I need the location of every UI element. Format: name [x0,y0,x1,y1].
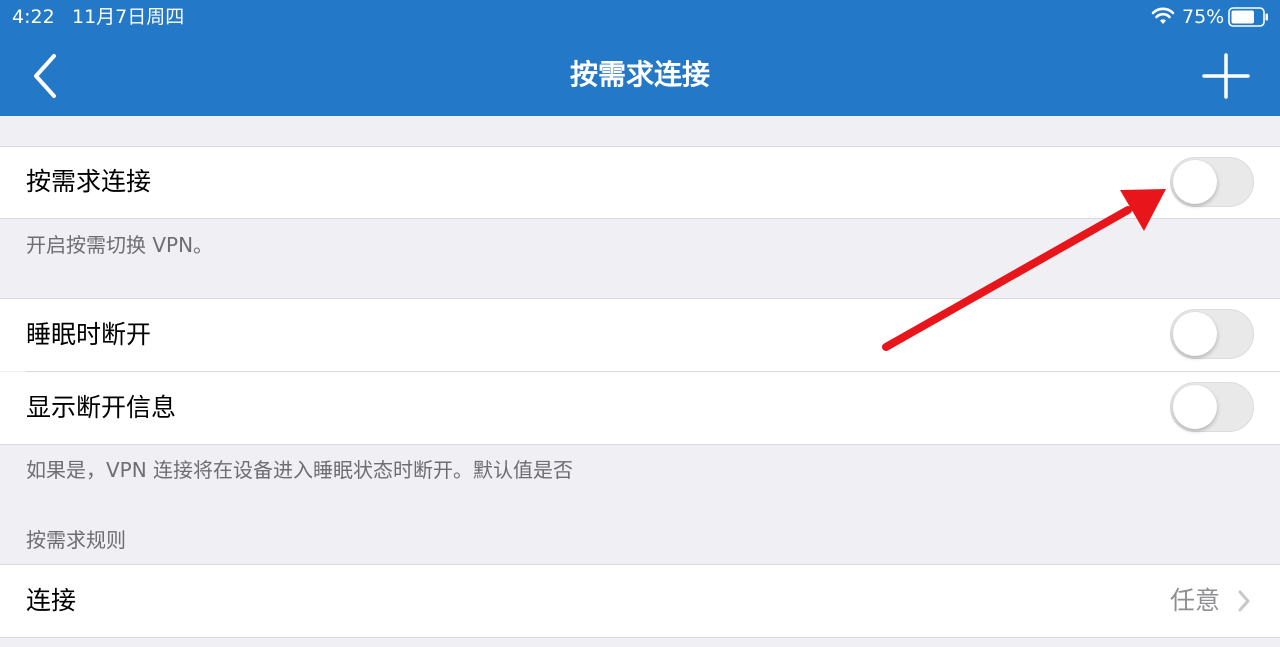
toggle-knob [1173,385,1217,429]
chevron-left-icon [34,54,56,98]
battery-percent: 75% [1182,6,1225,28]
back-button[interactable] [22,50,70,100]
rules-section-header: 按需求规则 [26,528,126,552]
add-button[interactable] [1200,52,1252,100]
status-date: 11月7日周四 [72,6,185,28]
show-disconnect-info-toggle[interactable] [1170,382,1254,432]
wifi-icon [1151,7,1175,24]
group-divider-bottom [0,637,1280,638]
on-demand-row: 按需求连接 [0,147,1280,218]
chevron-right-icon [1238,590,1250,612]
connect-rule-row[interactable]: 连接 任意 [0,565,1280,637]
sleep-footnote: 如果是，VPN 连接将在设备进入睡眠状态时断开。默认值是否 [26,458,574,482]
group-divider-bottom [0,218,1280,219]
disconnect-on-sleep-row: 睡眠时断开 [0,299,1280,371]
page-title: 按需求连接 [569,58,710,91]
battery-icon [1228,7,1268,27]
disconnect-on-sleep-label: 睡眠时断开 [26,320,152,349]
show-disconnect-info-row: 显示断开信息 [0,372,1280,444]
toggle-knob [1173,312,1217,356]
connect-rule-value: 任意 [1170,586,1221,615]
on-demand-label: 按需求连接 [26,167,152,196]
plus-icon [1202,53,1250,99]
connect-rule-label: 连接 [26,586,77,615]
on-demand-toggle[interactable] [1170,157,1254,207]
disconnect-on-sleep-toggle[interactable] [1170,309,1254,359]
toggle-knob [1173,160,1217,204]
status-time: 4:22 [12,6,55,28]
group-divider-bottom [0,444,1280,445]
on-demand-footnote: 开启按需切换 VPN。 [26,233,214,257]
vpn-on-demand-screen: 4:22 11月7日周四 75% 按需求连接 按需求连接 开启按需切换 VPN。… [0,0,1280,647]
header: 4:22 11月7日周四 75% 按需求连接 [0,0,1280,116]
show-disconnect-info-label: 显示断开信息 [26,393,177,422]
